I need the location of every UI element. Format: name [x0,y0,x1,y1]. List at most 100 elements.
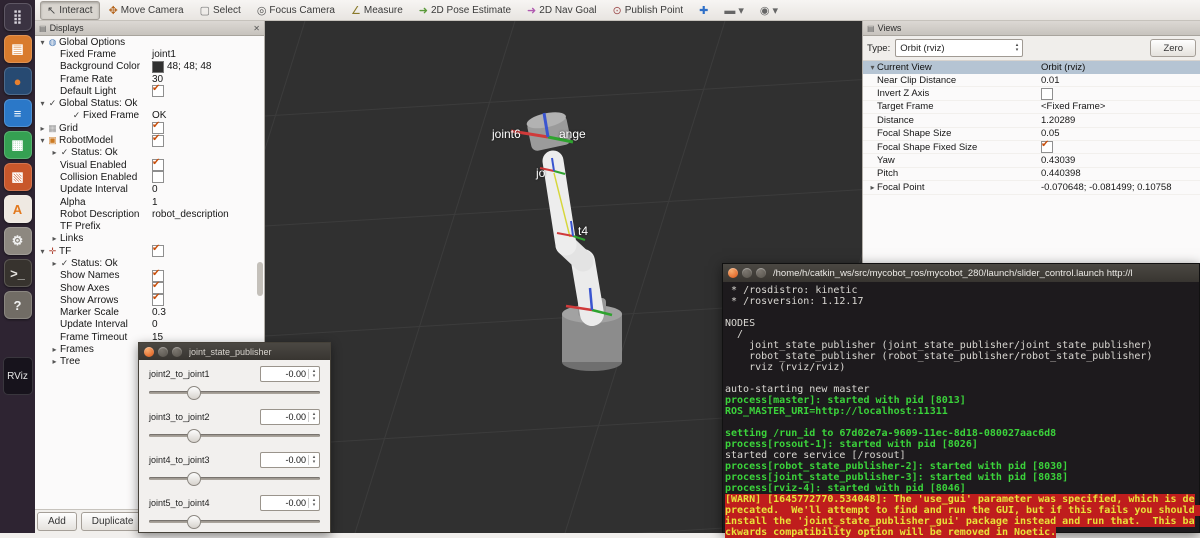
libreoffice-writer-icon[interactable]: ≡ [3,99,32,127]
duplicate-display-button[interactable]: Duplicate [80,512,145,531]
views-panel-header[interactable]: ▤ Views [863,21,1200,36]
right-arrow-icon[interactable]: ▸ [50,357,59,366]
terminal-titlebar[interactable]: /home/h/catkin_ws/src/mycobot_ros/mycobo… [723,264,1199,282]
down-arrow-icon[interactable]: ▾ [38,136,47,145]
view-type-combobox[interactable]: Orbit (rviz) ▴ ▾ [895,39,1024,57]
checkbox[interactable] [152,243,164,258]
right-arrow-icon[interactable]: ▸ [50,148,59,157]
views-row[interactable]: ▸ Focal Point -0.070648; -0.081499; 0.1075… [863,181,1200,195]
measure-tool-button[interactable]: ∠ Measure [344,1,410,20]
slider-handle[interactable] [187,515,202,529]
select-tool-button[interactable]: ▢ Select [193,1,248,20]
nav-goal-tool-button[interactable]: ➜ 2D Nav Goal [520,1,603,20]
publish-point-tool-button[interactable]: ⊙ Publish Point [606,1,691,20]
spinbox-arrows-icon[interactable]: ▴ ▾ [308,368,319,379]
displays-panel-header[interactable]: ▤ Displays ✕ [35,21,264,36]
checkbox[interactable] [1041,139,1053,154]
displays-tree-row[interactable]: ▸ Links [35,233,264,245]
displays-tree-row[interactable]: ▾ ▣ RobotModel [35,133,264,147]
displays-tree-row[interactable]: Marker Scale 0.3 [35,307,264,319]
spinbox-arrows-icon[interactable]: ▴ ▾ [308,411,319,422]
terminal-launcher-icon[interactable]: >_ [3,259,32,287]
displays-tree-row[interactable]: ▾ ✛ TF [35,243,264,258]
joint-value-spinbox[interactable]: -0.00 ▴ ▾ [260,494,320,511]
right-arrow-icon[interactable]: ▸ [50,259,59,268]
joint-slider[interactable] [149,513,320,529]
dash-home-icon[interactable]: ⣿ [3,3,32,31]
focus-camera-tool-button[interactable]: ◎ Focus Camera [250,1,342,20]
slider-handle[interactable] [187,386,202,400]
views-row[interactable]: Yaw 0.43039 [863,154,1200,168]
checkbox[interactable] [152,292,164,307]
close-window-icon[interactable] [728,268,738,278]
displays-tree-row[interactable]: Show Names [35,268,264,282]
displays-tree-row[interactable]: ▾ ◍ Global Options [35,36,264,48]
down-arrow-icon[interactable]: ▾ [868,63,877,72]
views-row[interactable]: Target Frame <Fixed Frame> [863,101,1200,115]
spinbox-arrows-icon[interactable]: ▴ ▾ [308,454,319,465]
displays-tree-row[interactable]: Alpha 1 [35,196,264,208]
software-center-icon[interactable]: A [3,195,32,223]
checkbox[interactable] [1041,87,1053,100]
displays-tree-row[interactable]: Show Axes [35,280,264,295]
slider-handle[interactable] [187,429,202,443]
remove-tool-button[interactable]: ▬ ▾ [717,1,751,20]
down-arrow-icon[interactable]: ▾ [38,38,47,47]
views-row[interactable]: Invert Z Axis [863,87,1200,101]
displays-tree-row[interactable]: Show Arrows [35,292,264,307]
spinbox-arrows-icon[interactable]: ▴ ▾ [308,497,319,508]
right-arrow-icon[interactable]: ▸ [50,234,59,243]
displays-tree-row[interactable]: Frame Rate 30 [35,73,264,85]
pose-estimate-tool-button[interactable]: ➜ 2D Pose Estimate [412,1,518,20]
joint-value-spinbox[interactable]: -0.00 ▴ ▾ [260,408,320,425]
displays-tree-row[interactable]: Background Color 48; 48; 48 [35,60,264,73]
displays-tree-row[interactable]: Default Light [35,83,264,98]
checkbox[interactable] [152,83,164,98]
close-icon[interactable]: ✕ [253,24,260,33]
views-row[interactable]: Pitch 0.440398 [863,168,1200,182]
add-display-button[interactable]: Add [37,512,77,531]
displays-tree-row[interactable]: Update Interval 0 [35,184,264,196]
minimize-window-icon[interactable] [742,268,752,278]
system-settings-icon[interactable]: ⚙ [3,227,32,255]
displays-tree-row[interactable]: ✓ Fixed Frame OK [35,110,264,122]
checkbox[interactable] [152,171,164,184]
views-row[interactable]: Focal Shape Fixed Size [863,139,1200,155]
joint-slider[interactable] [149,384,320,400]
joint-value-spinbox[interactable]: -0.00 ▴ ▾ [260,451,320,468]
displays-tree-row[interactable]: ▸ ▦ Grid [35,120,264,135]
displays-tree-row[interactable]: Fixed Frame joint1 [35,48,264,60]
slider-handle[interactable] [187,472,202,486]
displays-tree-row[interactable]: TF Prefix [35,220,264,232]
displays-tree-row[interactable]: ▾ ✓ Global Status: Ok [35,97,264,109]
color-swatch[interactable] [152,60,164,73]
minimize-window-icon[interactable] [158,346,168,357]
displays-tree-row[interactable]: Update Interval 0 [35,319,264,331]
firefox-icon[interactable]: ● [3,67,32,95]
checkbox[interactable] [152,133,164,147]
joint-slider[interactable] [149,427,320,443]
zero-view-button[interactable]: Zero [1150,39,1196,57]
joint-slider[interactable] [149,470,320,486]
add-tool-button[interactable]: ✚ [692,1,715,20]
down-arrow-icon[interactable]: ▾ [38,99,47,108]
displays-tree-row[interactable]: ▸ ✓ Status: Ok [35,147,264,159]
move-camera-tool-button[interactable]: ✥ Move Camera [102,1,191,20]
joint-value-spinbox[interactable]: -0.00 ▴ ▾ [260,365,320,382]
maximize-window-icon[interactable] [172,346,182,357]
current-view-header-row[interactable]: ▾ Current View Orbit (rviz) [863,61,1200,74]
views-row[interactable]: Distance 1.20289 [863,114,1200,128]
help-icon[interactable]: ? [3,291,32,319]
rviz-launcher-icon[interactable]: RViz [2,357,33,395]
tool-visibility-button[interactable]: ◉ ▾ [753,1,785,20]
down-arrow-icon[interactable]: ▾ [38,247,47,256]
views-row[interactable]: Near Clip Distance 0.01 [863,74,1200,88]
close-window-icon[interactable] [144,346,154,357]
right-arrow-icon[interactable]: ▸ [38,124,47,133]
maximize-window-icon[interactable] [756,268,766,278]
displays-tree-row[interactable]: Visual Enabled [35,157,264,172]
displays-scrollbar[interactable] [257,262,263,296]
right-arrow-icon[interactable]: ▸ [50,345,59,354]
displays-tree-row[interactable]: Collision Enabled [35,171,264,184]
jsp-titlebar[interactable]: joint_state_publisher [139,343,330,360]
